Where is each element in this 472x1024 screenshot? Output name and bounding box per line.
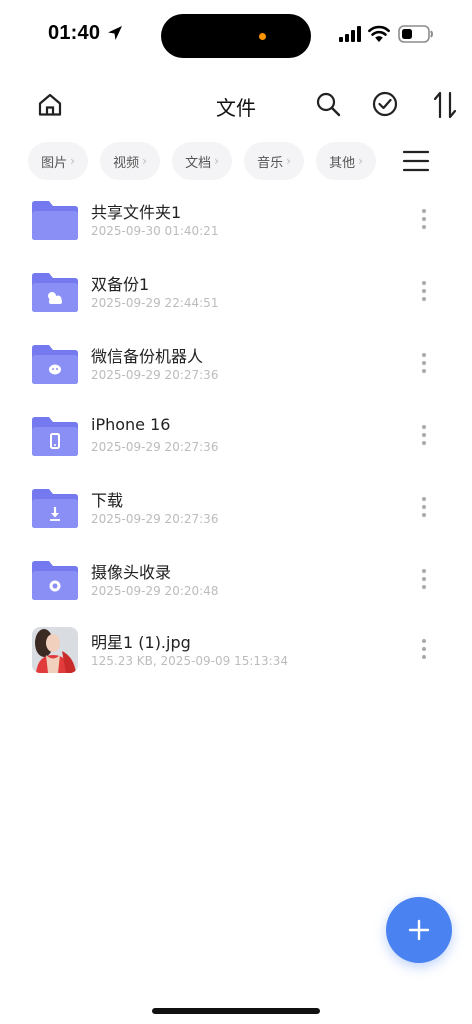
- category-filter-bar: 图片 › 视频 › 文档 › 音乐 › 其他 ›: [28, 142, 388, 180]
- battery-icon: [398, 25, 433, 43]
- file-meta: 2025-09-30 01:40:21: [91, 224, 219, 238]
- chip-label: 图片: [41, 155, 68, 171]
- menu-icon[interactable]: [402, 148, 430, 174]
- chevron-right-icon: ›: [214, 154, 219, 168]
- chip-videos[interactable]: 视频 ›: [100, 142, 160, 180]
- chip-music[interactable]: 音乐 ›: [244, 142, 304, 180]
- file-name: 微信备份机器人: [91, 347, 204, 366]
- plus-icon: [408, 919, 430, 941]
- cellular-signal-icon: [339, 26, 361, 42]
- file-name: 明星1 (1).jpg: [91, 633, 191, 652]
- more-options-icon[interactable]: [416, 351, 432, 375]
- chip-others[interactable]: 其他 ›: [316, 142, 376, 180]
- image-thumbnail: [32, 627, 78, 673]
- list-item[interactable]: 明星1 (1).jpg 125.23 KB, 2025-09-09 15:13:…: [0, 627, 472, 695]
- more-options-icon[interactable]: [416, 495, 432, 519]
- file-name: iPhone 16: [91, 415, 171, 434]
- more-options-icon[interactable]: [416, 567, 432, 591]
- chevron-right-icon: ›: [142, 154, 147, 168]
- chip-label: 文档: [185, 155, 212, 171]
- list-item[interactable]: 双备份1 2025-09-29 22:44:51: [0, 269, 472, 337]
- dynamic-island: [161, 14, 311, 58]
- select-all-icon[interactable]: [371, 90, 399, 118]
- sort-icon[interactable]: [432, 90, 458, 120]
- backup-folder-icon: [32, 273, 78, 312]
- list-item[interactable]: 摄像头收录 2025-09-29 20:20:48: [0, 557, 472, 625]
- chip-label: 音乐: [257, 155, 284, 171]
- top-nav-bar: 文件: [0, 80, 472, 130]
- file-name: 双备份1: [91, 275, 150, 294]
- status-time: 01:40: [48, 22, 101, 44]
- more-options-icon[interactable]: [416, 279, 432, 303]
- file-meta: 2025-09-29 20:20:48: [91, 584, 219, 598]
- chevron-right-icon: ›: [358, 154, 363, 168]
- file-meta: 2025-09-29 20:27:36: [91, 368, 219, 382]
- home-indicator[interactable]: [152, 1008, 320, 1014]
- phone-folder-icon: [32, 417, 78, 456]
- file-name: 共享文件夹1: [91, 203, 182, 222]
- search-icon[interactable]: [314, 90, 342, 118]
- status-bar: 01:40: [0, 0, 472, 70]
- list-item[interactable]: iPhone 16 2025-09-29 20:27:36: [0, 413, 472, 481]
- file-name: 下载: [91, 491, 124, 510]
- wechat-folder-icon: [32, 345, 78, 384]
- wifi-icon: [368, 25, 390, 42]
- more-options-icon[interactable]: [416, 207, 432, 231]
- more-options-icon[interactable]: [416, 637, 432, 661]
- shared-folder-icon: [32, 201, 78, 240]
- list-item[interactable]: 微信备份机器人 2025-09-29 20:27:36: [0, 341, 472, 409]
- more-options-icon[interactable]: [416, 423, 432, 447]
- chip-documents[interactable]: 文档 ›: [172, 142, 232, 180]
- photo-thumbnail-image: [32, 627, 78, 673]
- chip-images[interactable]: 图片 ›: [28, 142, 88, 180]
- camera-folder-icon: [32, 561, 78, 600]
- file-meta: 125.23 KB, 2025-09-09 15:13:34: [91, 654, 288, 668]
- list-item[interactable]: 下载 2025-09-29 20:27:36: [0, 485, 472, 553]
- chevron-right-icon: ›: [70, 154, 75, 168]
- file-meta: 2025-09-29 20:27:36: [91, 512, 219, 526]
- add-button[interactable]: [386, 897, 452, 963]
- file-name: 摄像头收录: [91, 563, 172, 582]
- file-meta: 2025-09-29 22:44:51: [91, 296, 219, 310]
- chip-label: 其他: [329, 155, 356, 171]
- page-title: 文件: [216, 96, 256, 120]
- list-item[interactable]: 共享文件夹1 2025-09-30 01:40:21: [0, 197, 472, 265]
- location-arrow-icon: [108, 26, 122, 40]
- chevron-right-icon: ›: [286, 154, 291, 168]
- privacy-indicator-dot: [259, 33, 266, 40]
- file-meta: 2025-09-29 20:27:36: [91, 440, 219, 454]
- download-folder-icon: [32, 489, 78, 528]
- chip-label: 视频: [113, 155, 140, 171]
